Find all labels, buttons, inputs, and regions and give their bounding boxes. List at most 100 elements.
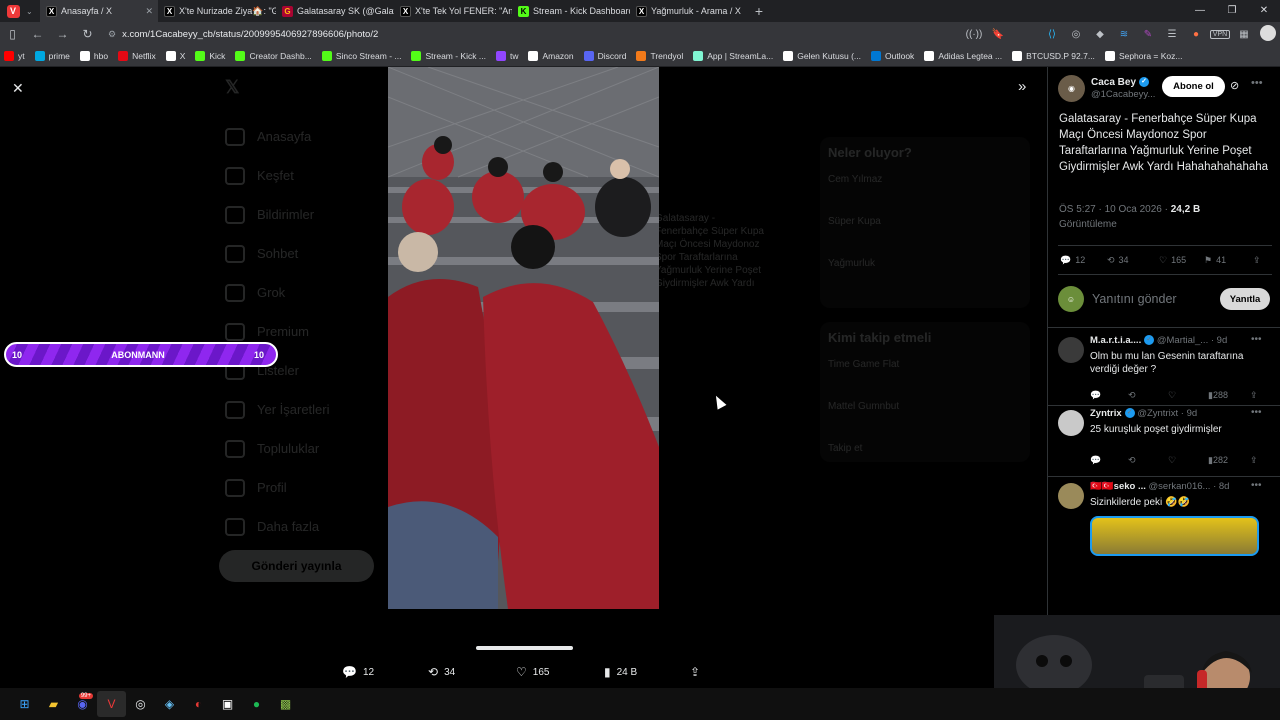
subscribe-button[interactable]: Abone ol <box>1162 76 1225 97</box>
reply-author-name[interactable]: Zyntrix <box>1090 408 1122 419</box>
extension-3-icon[interactable]: ◆ <box>1088 29 1112 40</box>
close-tab-icon[interactable]: ✕ <box>145 6 153 17</box>
bookmark-page-icon[interactable]: 🔖 <box>986 29 1010 40</box>
file-explorer-icon[interactable]: ▰ <box>39 691 68 717</box>
forward-button[interactable]: → <box>50 27 75 41</box>
media-retweet-button[interactable]: ⟲ 34 <box>428 665 455 679</box>
reload-button[interactable]: ↻ <box>75 27 100 41</box>
minimize-icon[interactable]: — <box>1184 0 1216 22</box>
reply-author-name[interactable]: 🇹🇷🇹🇷seko ... <box>1090 481 1146 492</box>
more-options-icon[interactable]: ••• <box>1251 407 1262 418</box>
author-handle[interactable]: @1Cacabeyy... <box>1091 89 1155 100</box>
views-icon[interactable]: ▮ 288 <box>1208 390 1228 401</box>
panel-toggle-icon[interactable]: ▯ <box>0 27 25 41</box>
heart-icon[interactable]: ♡ <box>1168 455 1176 466</box>
bookmark-item[interactable]: prime <box>34 51 70 61</box>
reply-avatar[interactable] <box>1058 483 1084 509</box>
grok-icon[interactable]: ⊘ <box>1230 79 1239 92</box>
reply-button[interactable]: 💬 12 <box>1060 255 1085 266</box>
spotify-taskbar-icon[interactable]: ● <box>242 691 271 717</box>
author-avatar[interactable]: ◉ <box>1058 75 1085 102</box>
retweet-icon[interactable]: ⟲ <box>1128 390 1136 401</box>
tab-list-icon[interactable]: ⌄ <box>26 7 40 16</box>
app-taskbar-icon[interactable]: ◐ <box>184 691 213 717</box>
windows-start-icon[interactable]: ⊞ <box>10 691 39 717</box>
more-options-icon[interactable]: ••• <box>1251 334 1262 345</box>
media-reply-button[interactable]: 💬 12 <box>342 665 374 679</box>
tweet-timestamp[interactable]: ÖS 5:27 · 10 Oca 2026 · <box>1059 204 1171 215</box>
reply-media-thumbnail[interactable] <box>1090 516 1259 556</box>
media-progress-bar[interactable] <box>476 646 573 650</box>
maximize-icon[interactable]: ❐ <box>1216 0 1248 22</box>
reply-author-name[interactable]: M.a.r.t.i.a.... <box>1090 335 1141 346</box>
vpn-icon[interactable]: VPN <box>1210 29 1230 39</box>
bookmark-button[interactable]: ⚑ 41 <box>1204 255 1226 266</box>
browser-menu-button[interactable]: V <box>0 0 26 22</box>
bookmark-item[interactable]: hbo <box>79 51 108 61</box>
bookmark-item[interactable]: Sinco Stream - ... <box>321 51 401 61</box>
close-window-icon[interactable]: ✕ <box>1248 0 1280 22</box>
extension-6-icon[interactable]: ☰ <box>1160 29 1184 40</box>
more-options-icon[interactable]: ••• <box>1251 480 1262 491</box>
reply-icon[interactable]: 💬 <box>1090 455 1101 466</box>
like-button[interactable]: ♡ 165 <box>1159 255 1186 266</box>
extension-5-icon[interactable]: ✎ <box>1136 29 1160 40</box>
cast-icon[interactable]: ((·)) <box>962 29 986 40</box>
bookmark-item[interactable]: App | StreamLa... <box>693 51 773 61</box>
reply-item[interactable]: 🇹🇷🇹🇷seko ... @serkan016... · 8d ••• Sizi… <box>1048 479 1280 579</box>
site-info-icon[interactable]: ⚙ <box>108 29 116 40</box>
retweet-button[interactable]: ⟲ 34 <box>1107 255 1129 266</box>
bookmark-item[interactable]: Stream - Kick ... <box>411 51 486 61</box>
steam-taskbar-icon[interactable]: ◈ <box>155 691 184 717</box>
bookmark-item[interactable]: Trendyol <box>636 51 683 61</box>
bookmark-item[interactable]: Discord <box>583 51 626 61</box>
bookmark-item[interactable]: Netflix <box>118 51 156 61</box>
browser-tab[interactable]: X Anasayfa / X ✕ <box>40 0 158 22</box>
bookmark-item[interactable]: Creator Dashb... <box>235 51 312 61</box>
bookmark-item[interactable]: Outlook <box>871 51 914 61</box>
browser-tab[interactable]: X X'te Tek Yol FENER: "Anlık s <box>394 0 512 22</box>
reply-submit-button[interactable]: Yanıtla <box>1220 288 1270 310</box>
author-name[interactable]: Caca Bey <box>1091 77 1136 88</box>
vivaldi-taskbar-icon[interactable]: V <box>97 691 126 717</box>
bookmark-item[interactable]: tw <box>495 51 518 61</box>
browser-tab[interactable]: K Stream - Kick Dashboard <box>512 0 630 22</box>
extension-7-icon[interactable]: ● <box>1184 29 1208 40</box>
extension-4-icon[interactable]: ≋ <box>1112 29 1136 40</box>
browser-tab[interactable]: G Galatasaray SK (@Galatasa <box>276 0 394 22</box>
tweet-photo[interactable] <box>388 67 659 609</box>
close-media-button[interactable]: ✕ <box>12 80 24 97</box>
tweet-author[interactable]: ◉ Caca Bey ✓ @1Cacabeyy... <box>1058 75 1155 102</box>
extensions-icon[interactable]: ▦ <box>1232 29 1256 40</box>
views-icon[interactable]: ▮ 282 <box>1208 455 1228 466</box>
bookmark-item[interactable]: X <box>165 51 185 61</box>
browser-tab[interactable]: X Yağmurluk - Arama / X <box>630 0 748 22</box>
media-like-button[interactable]: ♡ 165 <box>516 665 549 679</box>
back-button[interactable]: ← <box>25 27 50 41</box>
game-taskbar-icon[interactable]: ▩ <box>271 691 300 717</box>
profile-avatar[interactable] <box>1256 24 1280 44</box>
obs-taskbar-icon[interactable]: ◎ <box>126 691 155 717</box>
bookmark-item[interactable]: BTCUSD.P 92.7... <box>1012 51 1095 61</box>
share-icon[interactable]: ⇪ <box>1250 455 1258 466</box>
bookmark-item[interactable]: Sephora = Koz... <box>1104 51 1183 61</box>
media-share-button[interactable]: ⇪ <box>690 665 700 679</box>
bookmark-item[interactable]: Amazon <box>528 51 574 61</box>
share-button[interactable]: ⇪ <box>1253 255 1261 266</box>
more-options-icon[interactable]: ••• <box>1251 77 1263 89</box>
browser-tab[interactable]: X X'te Nurizade Ziya🏠: "Gal <box>158 0 276 22</box>
retweet-icon[interactable]: ⟲ <box>1128 455 1136 466</box>
bookmark-item[interactable]: Adidas Legtea ... <box>924 51 1002 61</box>
media-views-button[interactable]: ▮ 24 B <box>604 665 637 679</box>
reply-icon[interactable]: 💬 <box>1090 390 1101 401</box>
discord-taskbar-icon[interactable]: ◉ 99+ <box>68 691 97 717</box>
kick-taskbar-icon[interactable]: ▣ <box>213 691 242 717</box>
reply-item[interactable]: Zyntrix ✓ @Zyntrixt · 9d ••• 25 kuruşluk … <box>1048 406 1280 477</box>
reply-item[interactable]: M.a.r.t.i.a.... ✓ @Martial_... · 9d ••• O… <box>1048 333 1280 406</box>
url-field[interactable]: ⚙ x.com/1Cacabeyy_cb/status/200999540692… <box>108 25 928 43</box>
bookmark-item[interactable]: Kick <box>195 51 225 61</box>
heart-icon[interactable]: ♡ <box>1168 390 1176 401</box>
bookmark-item[interactable]: yt <box>4 51 25 61</box>
extension-1-icon[interactable]: ⟨⟩ <box>1040 29 1064 40</box>
new-tab-button[interactable]: + <box>748 3 770 19</box>
